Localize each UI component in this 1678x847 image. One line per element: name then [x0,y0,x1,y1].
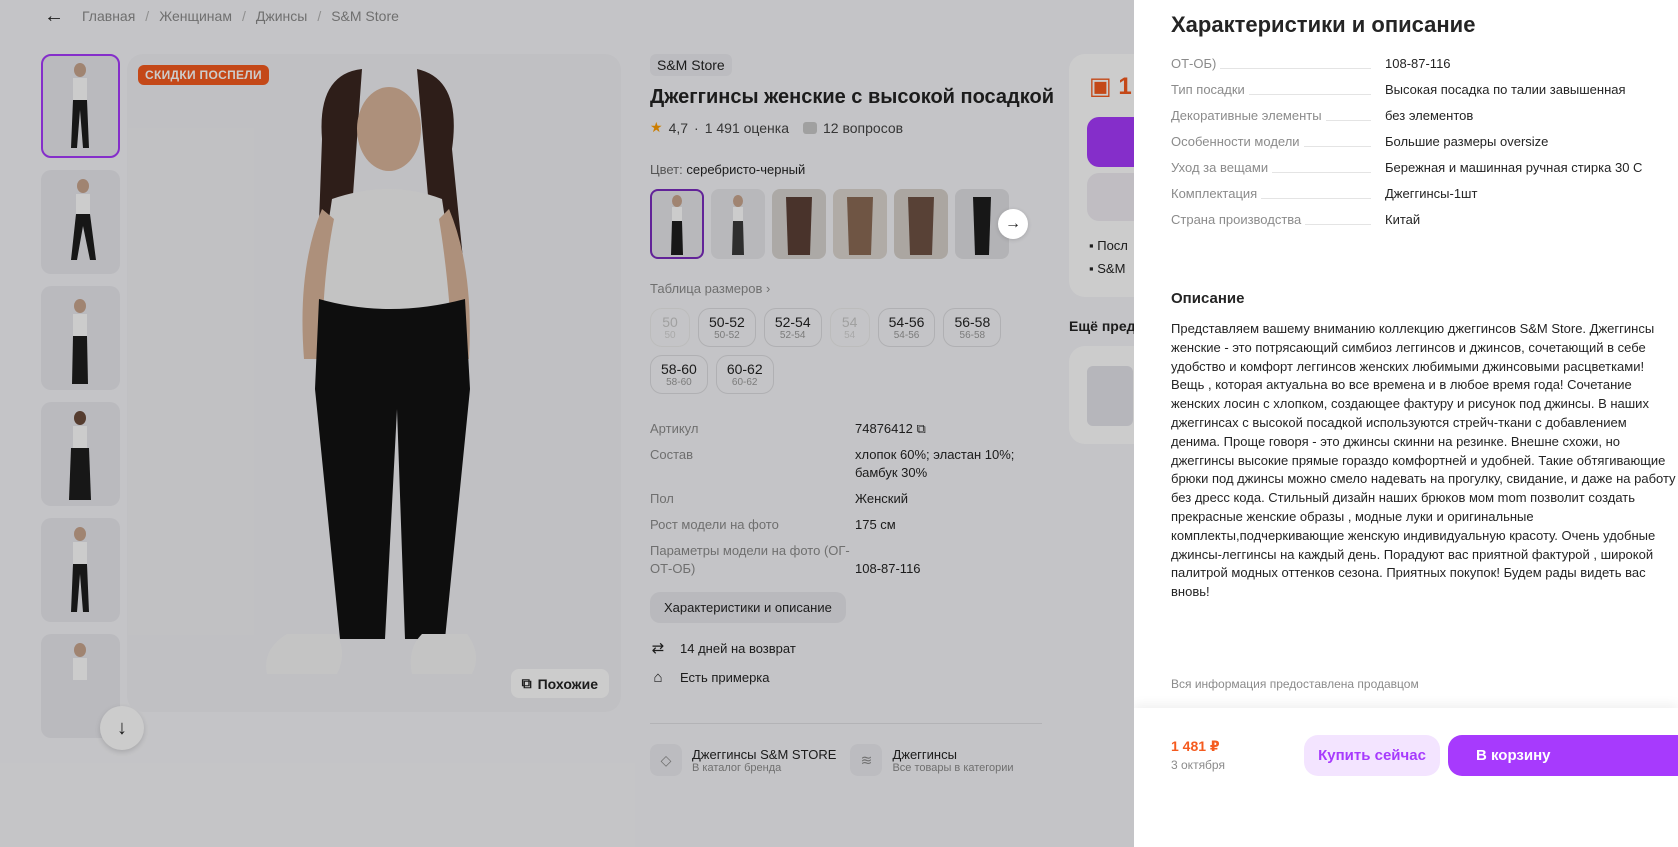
char-row: Особенности модели Большие размеры oversi… [1171,132,1671,151]
char-value: Бережная и машинная ручная стирка 30 С [1385,160,1643,175]
char-value: Китай [1385,212,1421,227]
char-value: Джеггинсы-1шт [1385,186,1478,201]
add-to-cart-button[interactable]: В корзину [1448,735,1678,776]
char-key: ОТ-ОБ) [1171,54,1385,73]
char-value: Большие размеры oversize [1385,134,1549,149]
panel-footer: 1 481 ₽ 3 октября Купить сейчас В корзин… [1134,708,1678,847]
panel-title: Характеристики и описание [1171,12,1476,37]
char-key: Страна производства [1171,210,1385,229]
char-value: без элементов [1385,108,1474,123]
chevron-right-icon[interactable]: → [998,209,1028,239]
seller-note: Вся информация предоставлена продавцом [1171,677,1419,691]
char-row: Уход за вещами Бережная и машинная ручная… [1171,158,1671,177]
delivery-date: 3 октября [1171,758,1225,772]
char-key-text: Страна производства [1171,212,1306,227]
footer-price: 1 481 ₽ [1171,738,1220,754]
char-key: Декоративные элементы [1171,106,1385,125]
char-key: Особенности модели [1171,132,1385,151]
char-row: Страна производства Китай [1171,210,1671,229]
characteristics-table: ОТ-ОБ) 108-87-116 Тип посадки Высокая поса… [1171,54,1671,236]
description-title: Описание [1171,290,1245,307]
char-key-text: Декоративные элементы [1171,108,1326,123]
char-key-text: ОТ-ОБ) [1171,56,1221,71]
char-key-text: Комплектация [1171,186,1262,201]
char-row: Комплектация Джеггинсы-1шт [1171,184,1671,203]
characteristics-panel: Характеристики и описание ОТ-ОБ) 108-87-1… [1134,0,1678,847]
modal-backdrop[interactable] [0,0,1134,847]
char-key-text: Особенности модели [1171,134,1304,149]
char-value: 108-87-116 [1385,56,1451,71]
char-key: Уход за вещами [1171,158,1385,177]
description-text: Представляем вашему вниманию коллекцию д… [1171,321,1676,600]
char-value: Высокая посадка по талии завышенная [1385,82,1626,97]
buy-now-button[interactable]: Купить сейчас [1304,735,1440,776]
char-key-text: Уход за вещами [1171,160,1273,175]
char-key-text: Тип посадки [1171,82,1249,97]
char-row: ОТ-ОБ) 108-87-116 [1171,54,1671,73]
char-key: Тип посадки [1171,80,1385,99]
char-row: Тип посадки Высокая посадка по талии завы… [1171,80,1671,99]
char-row: Декоративные элементы без элементов [1171,106,1671,125]
char-key: Комплектация [1171,184,1385,203]
